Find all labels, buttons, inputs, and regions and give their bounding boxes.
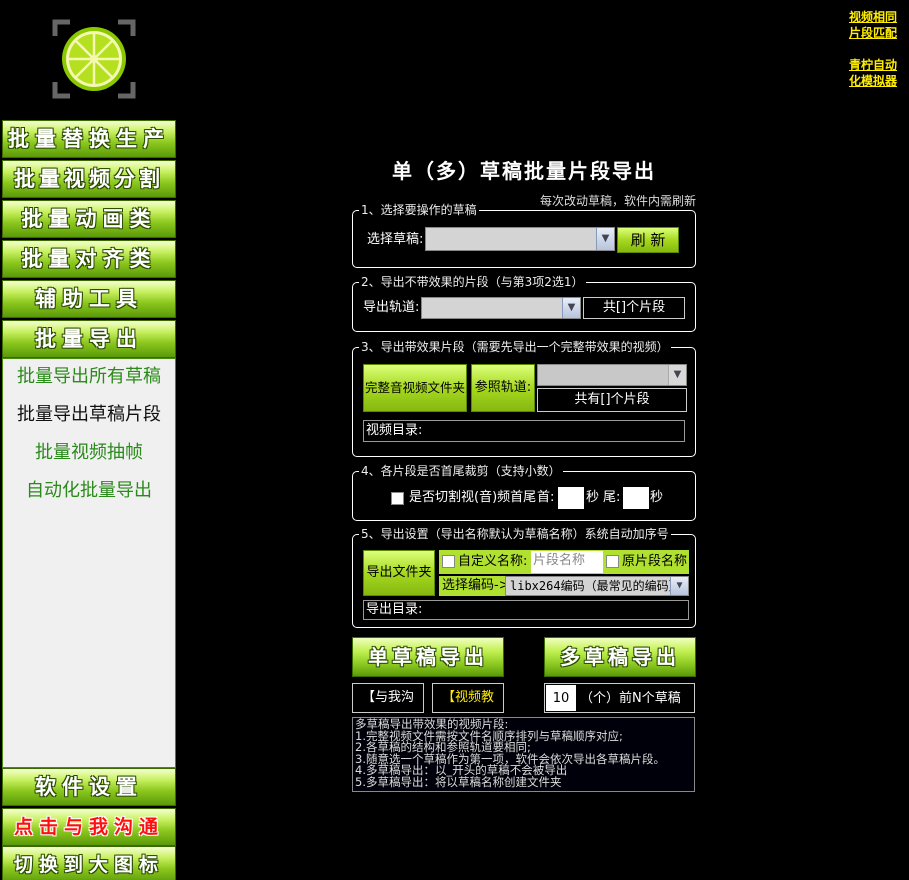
draft-select[interactable]: ▼ [425,227,615,251]
reference-track-select[interactable]: ▼ [537,364,687,386]
submenu-video-frames[interactable]: 批量视频抽帧 [3,441,175,465]
automation-simulator-link[interactable]: 青柠自动化模拟器 [845,57,901,89]
encode-label: 选择编码-> [442,578,510,593]
sidebar-switch-icons[interactable]: 切换到大图标 [2,846,176,880]
reference-clip-count: 共有[]个片段 [537,388,687,412]
sidebar-batch-export[interactable]: 批量导出 [2,320,176,358]
first-n-drafts-group: 10 （个）前N个草稿 [544,683,695,713]
video-match-link[interactable]: 视频相同片段匹配 [845,9,901,41]
full-av-folder-button[interactable]: 完整音视频文件夹 [363,364,467,412]
section-export-effects: 3、导出带效果片段（需要先导出一个完整带效果的视频） 完整音视频文件夹 参照轨道… [352,340,696,457]
submenu-auto-export[interactable]: 自动化批量导出 [3,479,175,503]
original-name-label: 原片段名称 [622,554,688,569]
sidebar-batch-split[interactable]: 批量视频分割 [2,160,176,198]
head-seconds-unit: 秒 [586,490,600,505]
page-title: 单（多）草稿批量片段导出 [392,159,656,183]
sidebar-submenu: 批量导出所有草稿 批量导出草稿片段 批量视频抽帧 自动化批量导出 [2,358,176,768]
export-single-draft-button[interactable]: 单草稿导出 [352,637,504,677]
trim-label: 是否切割视(音)频首尾 [409,490,537,505]
encode-row: 选择编码-> libx264编码（最常见的编码） ▼ [439,576,689,596]
submenu-export-all-drafts[interactable]: 批量导出所有草稿 [3,365,175,389]
refresh-button[interactable]: 刷 新 [617,227,679,253]
reference-track-button[interactable]: 参照轨道: [471,364,535,412]
export-folder-button[interactable]: 导出文件夹 [363,550,435,596]
clip-count: 共[]个片段 [583,297,685,319]
sidebar-settings[interactable]: 软件设置 [2,768,176,806]
contact-me-button[interactable]: 【与我沟通】 [352,683,424,733]
lime-logo [52,19,136,99]
encoder-select[interactable]: libx264编码（最常见的编码） ▼ [505,576,689,596]
refresh-hint: 每次改动草稿，软件内需刷新 [539,194,696,208]
tail-seconds-unit: 秒 [650,490,664,505]
sidebar-batch-replace[interactable]: 批量替换生产 [2,120,176,158]
first-n-input[interactable]: 10 [546,685,576,711]
first-n-label: （个）前N个草稿 [580,691,681,706]
chevron-down-icon: ▼ [596,228,614,250]
tail-seconds-input[interactable] [623,487,649,509]
section-2-legend: 2、导出不带效果的片段（与第3项2选1） [359,275,586,289]
sidebar-contact[interactable]: 点击与我沟通 [2,808,176,846]
chevron-down-icon: ▼ [668,365,686,385]
custom-name-row: 自定义名称: 片段名称 原片段名称 [439,550,689,574]
head-label: 首: [537,490,555,505]
export-track-label: 导出轨道: [363,300,420,315]
custom-name-checkbox[interactable] [442,555,455,568]
video-tutorial-button[interactable]: 【视频教程】 [432,683,504,733]
export-multi-draft-button[interactable]: 多草稿导出 [544,637,696,677]
section-export-plain: 2、导出不带效果的片段（与第3项2选1） 导出轨道: ▼ 共[]个片段 [352,275,696,332]
notes-box: 多草稿导出带效果的视频片段: 1.完整视频文件需按文件名顺序排列与草稿顺序对应;… [352,717,695,792]
sidebar-batch-align[interactable]: 批量对齐类 [2,240,176,278]
section-export-settings: 5、导出设置（导出名称默认为草稿名称）系统自动加序号 导出文件夹 自定义名称: … [352,527,696,628]
video-directory-field[interactable]: 视频目录: [363,420,685,442]
export-track-select[interactable]: ▼ [421,297,581,319]
sidebar-batch-animation[interactable]: 批量动画类 [2,200,176,238]
tail-label: 尾: [603,490,621,505]
section-3-legend: 3、导出带效果片段（需要先导出一个完整带效果的视频） [359,340,671,354]
clip-name-input[interactable]: 片段名称 [531,551,603,573]
encoder-value: libx264编码（最常见的编码） [510,579,681,593]
section-4-legend: 4、各片段是否首尾裁剪（支持小数） [359,464,563,478]
section-select-draft: 1、选择要操作的草稿 选择草稿: ▼ 刷 新 [352,203,696,268]
sidebar-tools[interactable]: 辅助工具 [2,280,176,318]
custom-name-label: 自定义名称: [458,554,528,569]
note-line: 5.多草稿导出：将以草稿名称创建文件夹 [355,774,562,789]
head-seconds-input[interactable] [558,487,584,509]
submenu-export-draft-clips[interactable]: 批量导出草稿片段 [3,403,175,427]
original-name-checkbox[interactable] [606,555,619,568]
export-directory-field[interactable]: 导出目录: [363,600,689,620]
section-trim: 4、各片段是否首尾裁剪（支持小数） 是否切割视(音)频首尾 首: 秒 尾: 秒 [352,464,696,521]
select-draft-label: 选择草稿: [367,232,424,247]
chevron-down-icon: ▼ [670,577,688,595]
section-1-legend: 1、选择要操作的草稿 [359,203,479,217]
chevron-down-icon: ▼ [562,298,580,318]
section-5-legend: 5、导出设置（导出名称默认为草稿名称）系统自动加序号 [359,527,671,541]
trim-checkbox[interactable] [391,492,404,505]
